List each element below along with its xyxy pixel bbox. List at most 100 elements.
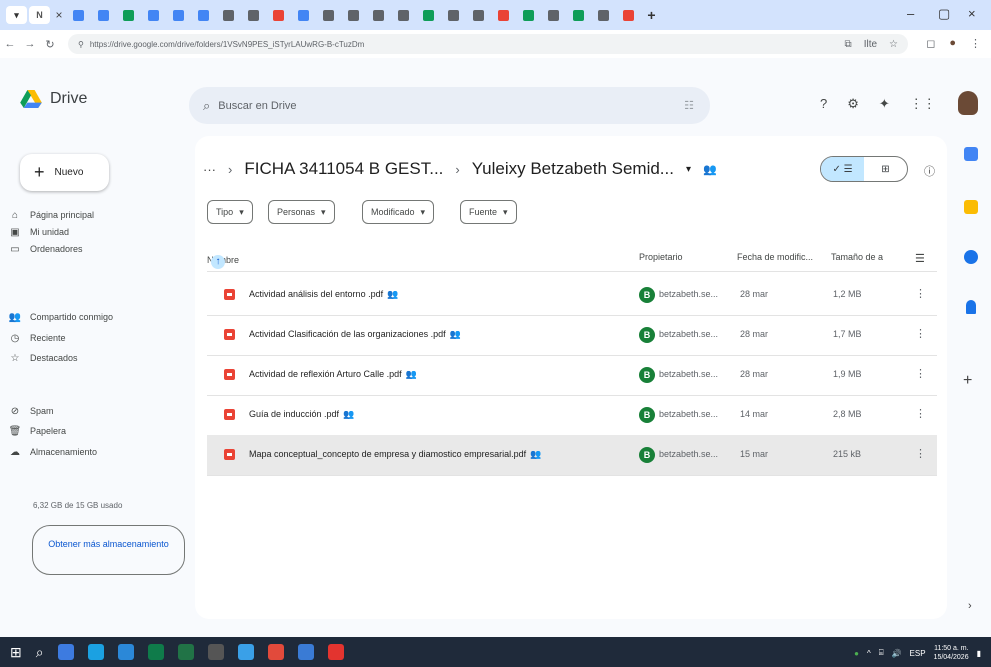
profile-icon[interactable]: ● — [949, 37, 956, 50]
filter-source[interactable]: Fuente ▾ — [460, 200, 517, 224]
browser-tab[interactable] — [593, 6, 614, 24]
weather-icon[interactable]: ● — [854, 649, 859, 658]
volume-icon[interactable]: 🔊 — [892, 649, 902, 658]
browser-tab[interactable] — [443, 6, 464, 24]
filter-people[interactable]: Personas ▾ — [268, 200, 335, 224]
tray-chevron-icon[interactable]: ^ — [867, 649, 871, 658]
taskbar-app-icon[interactable] — [297, 644, 314, 660]
close-window-icon[interactable]: × — [968, 6, 976, 21]
url-bar[interactable]: ⚲ https://drive.google.com/drive/folders… — [68, 34, 908, 54]
drive-logo[interactable]: Drive — [20, 90, 87, 108]
sidebar-item-starred[interactable]: ☆ Destacados — [8, 350, 183, 366]
taskbar-search-icon[interactable]: ⌕ — [36, 644, 44, 661]
column-modified[interactable]: Fecha de modific... — [737, 252, 813, 262]
browser-tab[interactable] — [268, 6, 289, 24]
new-tab-button[interactable]: + — [641, 6, 662, 24]
avatar[interactable] — [958, 91, 978, 115]
sidebar-item-spam[interactable]: ⊘ Spam — [8, 403, 183, 419]
browser-tab[interactable] — [368, 6, 389, 24]
taskbar-app-icon[interactable] — [117, 644, 134, 660]
taskbar-app-icon[interactable] — [207, 644, 224, 660]
browser-tab[interactable] — [293, 6, 314, 24]
search-options-icon[interactable]: ☷ — [684, 99, 694, 112]
sidebar-item-my-drive[interactable]: ▣ Mi unidad — [8, 224, 183, 240]
browser-tab[interactable] — [93, 6, 114, 24]
reload-icon[interactable]: ↻ — [40, 38, 60, 51]
list-view-button[interactable]: ✓ ☰ — [821, 157, 864, 181]
table-row[interactable]: Actividad Clasificación de las organizac… — [207, 315, 937, 355]
maximize-icon[interactable]: ▢ — [938, 6, 950, 22]
add-addon-icon[interactable]: + — [963, 372, 972, 390]
grid-view-button[interactable]: ⊞ — [864, 157, 907, 181]
back-icon[interactable]: ← — [0, 38, 20, 50]
chevron-right-icon[interactable]: › — [968, 600, 972, 612]
more-actions-icon[interactable]: ⋮ — [915, 367, 926, 380]
calendar-icon[interactable] — [964, 147, 978, 161]
sort-options-icon[interactable]: ☰ — [915, 252, 925, 265]
browser-tab[interactable] — [568, 6, 589, 24]
column-size[interactable]: Tamaño de a — [831, 252, 883, 262]
sort-arrow-up-icon[interactable]: ↑ — [211, 255, 225, 269]
translate-label[interactable]: Ilte — [864, 39, 877, 50]
breadcrumb-more[interactable]: ··· — [203, 162, 216, 177]
close-tab-icon[interactable]: × — [52, 8, 66, 22]
taskbar-app-icon[interactable] — [87, 644, 104, 660]
sidebar-item-computers[interactable]: ▭ Ordenadores — [8, 241, 183, 257]
table-row[interactable]: Actividad análisis del entorno .pdf 👥 Bbet… — [207, 275, 937, 315]
breadcrumb-parent[interactable]: FICHA 3411054 B GEST... — [244, 159, 443, 179]
info-icon[interactable]: ⓘ — [924, 163, 935, 179]
filter-modified[interactable]: Modificado ▾ — [362, 200, 435, 224]
taskbar-app-icon[interactable] — [57, 644, 74, 660]
sidebar-item-trash[interactable]: 🗑 Papelera — [8, 423, 183, 439]
browser-tab[interactable] — [68, 6, 89, 24]
browser-tab[interactable] — [143, 6, 164, 24]
browser-tab[interactable] — [418, 6, 439, 24]
notification-icon[interactable]: ▮ — [977, 649, 981, 658]
taskbar-app-icon[interactable] — [177, 644, 194, 660]
network-icon[interactable]: ⌸ — [879, 648, 884, 658]
browser-tab[interactable] — [618, 6, 639, 24]
browser-tab[interactable] — [193, 6, 214, 24]
apps-grid-icon[interactable]: ⋮⋮ — [910, 96, 936, 112]
clock[interactable]: 11:50 a. m. 15/04/2026 — [934, 644, 969, 662]
install-icon[interactable]: ⧉ — [845, 39, 852, 50]
filter-type[interactable]: Tipo ▾ — [207, 200, 253, 224]
browser-tab[interactable] — [318, 6, 339, 24]
new-button[interactable]: + Nuevo — [20, 154, 109, 191]
taskbar-app-icon[interactable] — [237, 644, 254, 660]
tab-favicon[interactable]: ▾ — [6, 6, 27, 24]
browser-tab[interactable] — [343, 6, 364, 24]
browser-tab[interactable] — [393, 6, 414, 24]
breadcrumb-current[interactable]: Yuleixy Betzabeth Semid... — [472, 159, 674, 179]
start-icon[interactable]: ⊞ — [10, 644, 22, 661]
more-actions-icon[interactable]: ⋮ — [915, 407, 926, 420]
taskbar-app-icon[interactable] — [147, 644, 164, 660]
table-row[interactable]: Mapa conceptual_concepto de empresa y di… — [207, 435, 937, 475]
sidebar-item-shared[interactable]: 👥 Compartido conmigo — [8, 309, 183, 325]
forward-icon[interactable]: → — [20, 38, 40, 50]
minimize-icon[interactable]: – — [907, 6, 914, 21]
more-actions-icon[interactable]: ⋮ — [915, 327, 926, 340]
sidebar-item-storage[interactable]: ☁ Almacenamiento — [8, 444, 183, 460]
table-row[interactable]: Guía de inducción .pdf 👥 Bbetzabeth.se... 1… — [207, 395, 937, 435]
get-more-storage-button[interactable]: Obtener más almacenamiento — [32, 525, 185, 575]
site-info-icon[interactable]: ⚲ — [78, 40, 84, 49]
search-icon[interactable]: ⌕ — [203, 98, 210, 114]
settings-icon[interactable]: ⚙ — [847, 96, 859, 112]
taskbar-app-icon[interactable] — [267, 644, 284, 660]
search-input[interactable]: Buscar en Drive — [218, 100, 296, 112]
menu-icon[interactable]: ⋮ — [970, 37, 981, 50]
help-icon[interactable]: ? — [820, 96, 827, 112]
browser-tab[interactable] — [518, 6, 539, 24]
tasks-icon[interactable] — [964, 250, 978, 264]
tab-favicon[interactable]: N — [29, 6, 50, 24]
bookmark-star-icon[interactable]: ☆ — [889, 39, 898, 50]
browser-tab[interactable] — [243, 6, 264, 24]
search-box[interactable]: ⌕ Buscar en Drive ☷ — [189, 87, 710, 124]
more-actions-icon[interactable]: ⋮ — [915, 447, 926, 460]
extensions-icon[interactable]: ◻ — [926, 37, 935, 50]
more-actions-icon[interactable]: ⋮ — [915, 287, 926, 300]
contacts-icon[interactable] — [966, 300, 976, 314]
keep-icon[interactable] — [964, 200, 978, 214]
browser-tab[interactable] — [493, 6, 514, 24]
